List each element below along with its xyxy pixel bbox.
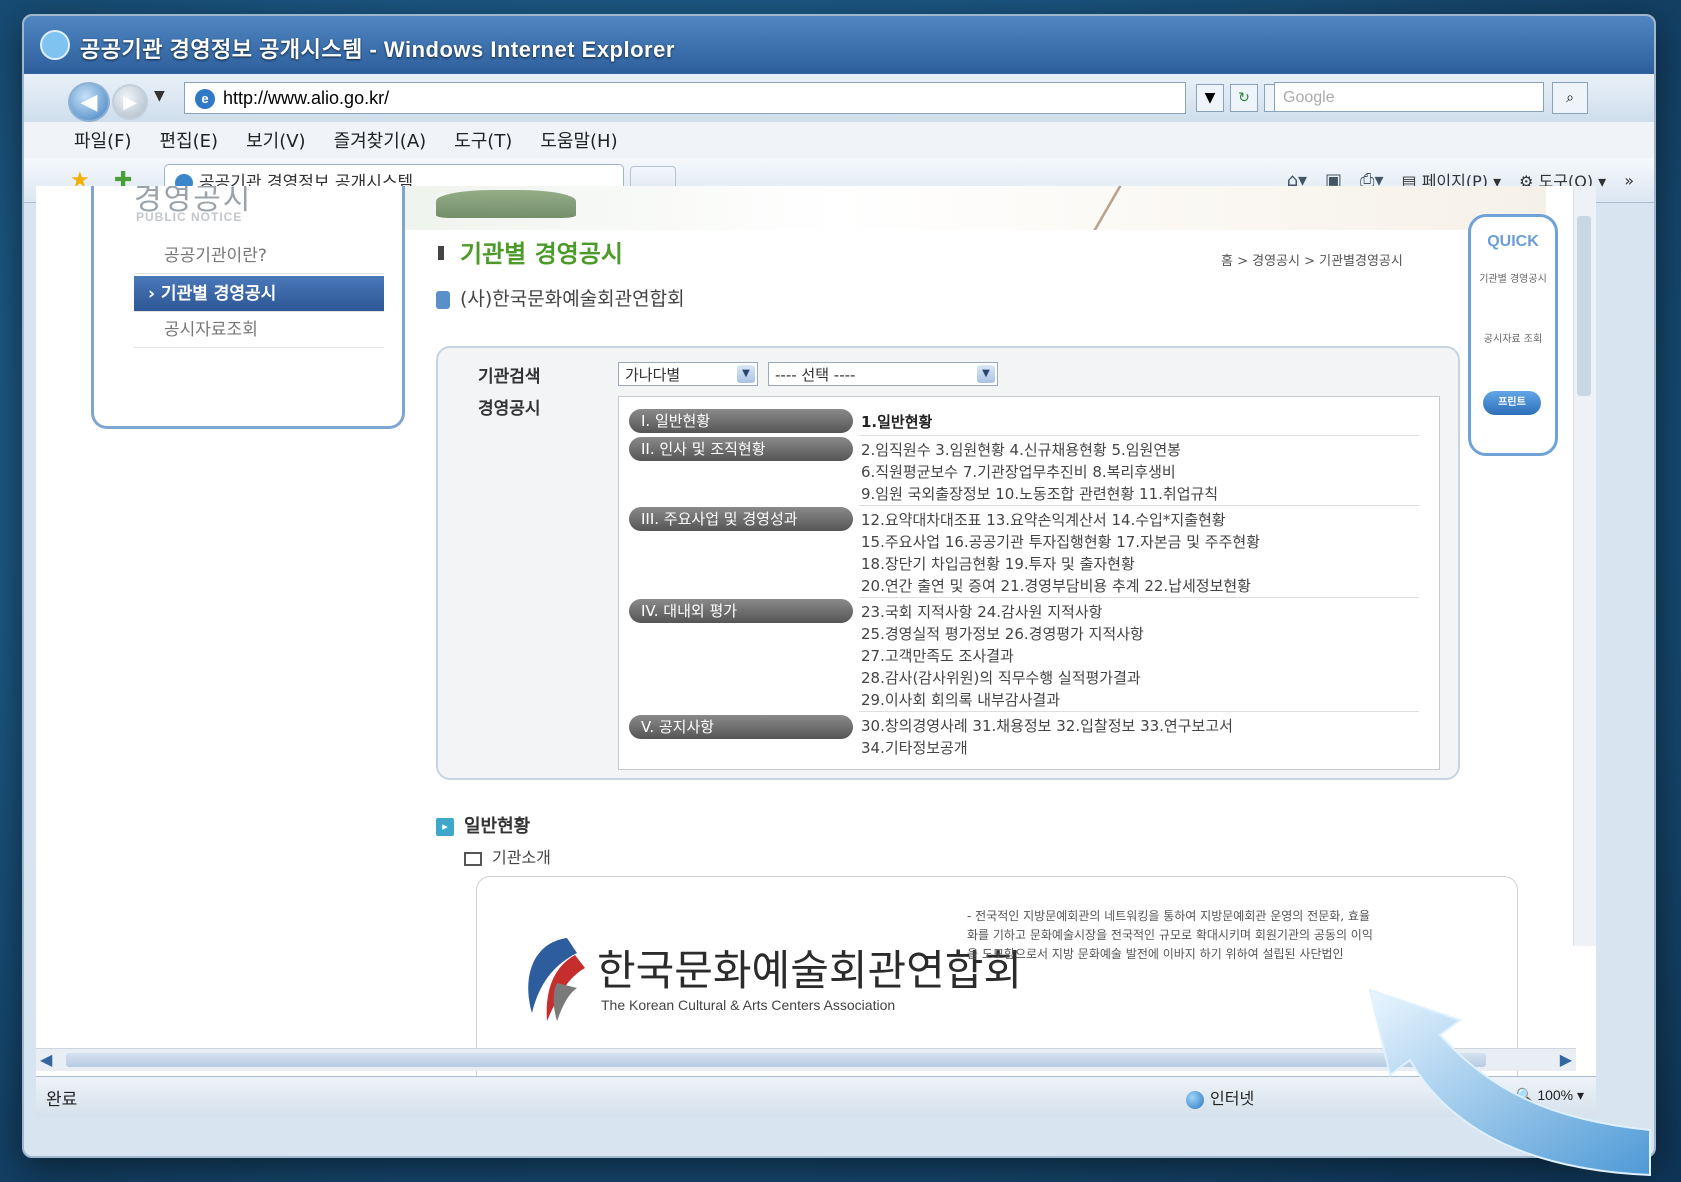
address-bar: ◀ ▶ ▼ ehttp://www.alio.go.kr/ ▼ ↻ ✕ Goog… (24, 74, 1654, 123)
left-navigation: 경영공시 PUBLIC NOTICE 공공기관이란? › 기관별 경영공시 공시… (91, 186, 405, 429)
quick-link-notice[interactable]: 기관별 경영공시 (1477, 273, 1549, 286)
category-line[interactable]: 34.기타정보공개 (861, 737, 968, 758)
window-title: 공공기관 경영정보 공개시스템 - Windows Internet Explo… (80, 32, 675, 64)
banner-road-decoration (1093, 186, 1381, 230)
title-bullet-icon (438, 246, 444, 260)
org-name-korean: 한국문화예술회관연합회 (597, 937, 1022, 998)
category-line[interactable]: 2.임직원수 3.임원현황 4.신규채용현황 5.임원연봉 (861, 439, 1181, 460)
category-line[interactable]: 1.일반현황 (861, 411, 932, 432)
security-zone: 인터넷 (1186, 1085, 1254, 1109)
category-line[interactable]: 6.직원평균보수 7.기관장업무추진비 8.복리후생비 (861, 461, 1176, 482)
category-line[interactable]: 29.이사회 회의록 내부감사결과 (861, 689, 1060, 710)
category-personnel[interactable]: II. 인사 및 조직현황 (629, 437, 853, 461)
chevron-more-icon[interactable]: » (1624, 171, 1634, 190)
banner-tree-decoration (436, 190, 576, 218)
decorative-arrow (1360, 980, 1660, 1180)
horizontal-scrollbar[interactable]: ◀ ▶ (36, 1048, 1576, 1071)
divider (859, 597, 1419, 598)
leftnav-item-notice[interactable]: › 기관별 경영공시 (134, 276, 384, 312)
page-icon: e (195, 89, 215, 109)
back-arrow-icon: ◀ (81, 90, 98, 115)
category-business[interactable]: III. 주요사업 및 경영성과 (629, 507, 853, 531)
back-button[interactable]: ◀ (68, 82, 110, 122)
chevron-down-icon: ▼ (977, 365, 995, 383)
category-line[interactable]: 20.연간 출연 및 증여 21.경영부담비용 추계 22.납세정보현황 (861, 575, 1251, 596)
quick-link-search[interactable]: 공시자료 조회 (1477, 333, 1549, 346)
status-text: 완료 (46, 1085, 77, 1110)
agency-search-label: 기관검색 (478, 362, 541, 387)
breadcrumb: 홈 > 경영공시 > 기관별경영공시 (1221, 250, 1403, 269)
organization-logo (517, 933, 587, 1023)
category-line[interactable]: 15.주요사업 16.공공기관 투자집행현황 17.자본금 및 주주현황 (861, 531, 1260, 552)
scroll-left-icon[interactable]: ◀ (40, 1050, 52, 1069)
category-list: I. 일반현황 1.일반현황 II. 인사 및 조직현황 2.임직원수 3.임원… (618, 396, 1440, 770)
menu-tools[interactable]: 도구(T) (454, 127, 512, 153)
document-icon (436, 291, 450, 309)
category-line[interactable]: 30.창의경영사례 31.채용정보 32.입찰정보 33.연구보고서 (861, 715, 1233, 736)
category-general[interactable]: I. 일반현황 (629, 409, 853, 433)
divider (859, 711, 1419, 712)
category-line[interactable]: 25.경영실적 평가정보 26.경영평가 지적사항 (861, 623, 1144, 644)
category-line[interactable]: 9.임원 국외출장정보 10.노동조합 관련현황 11.취업규칙 (861, 483, 1218, 504)
menu-view[interactable]: 보기(V) (246, 127, 305, 153)
search-input[interactable]: Google (1274, 82, 1544, 112)
title-bar: 공공기관 경영정보 공개시스템 - Windows Internet Explo… (24, 16, 1654, 74)
box-icon (464, 852, 482, 866)
print-button[interactable]: 프린트 (1483, 391, 1541, 415)
category-evaluation[interactable]: IV. 대내외 평가 (629, 599, 853, 623)
search-icon[interactable]: ⌕ (1552, 82, 1588, 114)
general-info-title: 일반현황 (464, 816, 530, 837)
organization-name: (사)한국문화예술회관연합회 (460, 288, 685, 310)
quick-title: QUICK (1471, 233, 1555, 251)
org-name-english: The Korean Cultural & Arts Centers Assoc… (601, 997, 895, 1013)
forward-button[interactable]: ▶ (112, 84, 148, 120)
chevron-down-icon: ▼ (737, 365, 755, 383)
leftnav-subtitle: PUBLIC NOTICE (136, 210, 242, 224)
refresh-icon[interactable]: ↻ (1230, 84, 1258, 112)
agency-select[interactable]: ---- 선택 ---- ▼ (768, 362, 998, 386)
category-notice[interactable]: V. 공지사항 (629, 715, 853, 739)
notice-label: 경영공시 (478, 394, 541, 419)
horizontal-scroll-thumb[interactable] (66, 1053, 1486, 1067)
org-intro-title: 기관소개 (492, 848, 551, 867)
zone-label: 인터넷 (1210, 1089, 1254, 1108)
url-dropdown-icon[interactable]: ▼ (1196, 84, 1224, 112)
agency-select-value: ---- 선택 ---- (775, 366, 855, 384)
vertical-scroll-thumb[interactable] (1577, 216, 1591, 396)
leftnav-item-about[interactable]: 공공기관이란? (134, 238, 384, 274)
history-dropdown-icon[interactable]: ▼ (154, 88, 165, 104)
org-description: - 전국적인 지방문예회관의 네트워킹을 통하여 지방문예회관 운영의 전문화,… (967, 907, 1377, 964)
page-viewport: 경영공시 PUBLIC NOTICE 공공기관이란? › 기관별 경영공시 공시… (36, 186, 1596, 1076)
globe-icon (1186, 1091, 1204, 1109)
category-line[interactable]: 18.장단기 차입금현황 19.투자 및 출자현황 (861, 553, 1135, 574)
menu-favorites[interactable]: 즐겨찾기(A) (334, 127, 427, 153)
org-intro-heading: 기관소개 (464, 844, 551, 868)
organization-heading: (사)한국문화예술회관연합회 (436, 284, 685, 311)
arrow-box-icon: ▸ (436, 818, 454, 836)
sort-select[interactable]: 가나다별 ▼ (618, 362, 758, 386)
url-text: http://www.alio.go.kr/ (223, 88, 389, 108)
menu-edit[interactable]: 편집(E) (160, 127, 219, 153)
forward-arrow-icon: ▶ (123, 92, 137, 113)
leftnav-item-search[interactable]: 공시자료조회 (134, 312, 384, 348)
ie-icon (40, 30, 70, 60)
divider (859, 505, 1419, 506)
url-input[interactable]: e http://www.alio.go.kr/ (184, 82, 1186, 114)
vertical-scrollbar[interactable] (1573, 186, 1596, 946)
menu-file[interactable]: 파일(F) (74, 127, 132, 153)
search-panel: 기관검색 경영공시 가나다별 ▼ ---- 선택 ---- ▼ I. 일반현황 1.… (436, 346, 1460, 780)
sort-select-value: 가나다별 (625, 366, 680, 384)
header-banner (366, 186, 1546, 230)
page-title: 기관별 경영공시 (460, 234, 623, 269)
divider (859, 435, 1419, 436)
quick-menu: QUICK 기관별 경영공시 공시자료 조회 프린트 (1468, 214, 1558, 456)
category-line[interactable]: 23.국회 지적사항 24.감사원 지적사항 (861, 601, 1102, 622)
menu-bar: 파일(F) 편집(E) 보기(V) 즐겨찾기(A) 도구(T) 도움말(H) (24, 122, 1654, 159)
general-info-heading: ▸ 일반현황 (436, 812, 530, 838)
category-line[interactable]: 28.감사(감사위원)의 직무수행 실적평가결과 (861, 667, 1141, 688)
category-line[interactable]: 12.요약대차대조표 13.요약손익계산서 14.수입*지출현황 (861, 509, 1226, 530)
menu-help[interactable]: 도움말(H) (540, 127, 617, 153)
category-line[interactable]: 27.고객만족도 조사결과 (861, 645, 1014, 666)
